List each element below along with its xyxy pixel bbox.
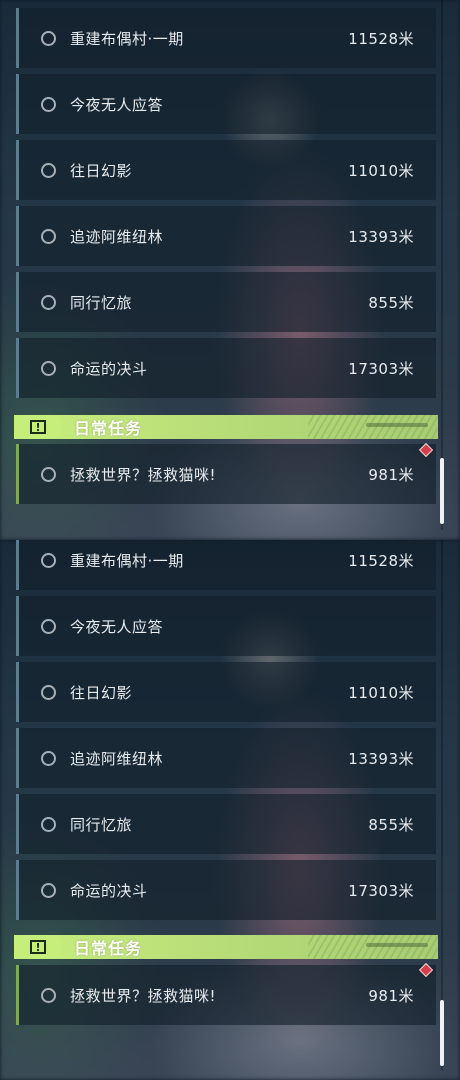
quest-title: 命运的决斗 [70,359,148,378]
quest-status-circle-icon [41,360,56,376]
quest-title: 重建布偶村·一期 [70,551,184,570]
scrollbar-track[interactable] [441,0,443,530]
scrollbar-thumb[interactable] [440,458,444,524]
quest-list-screen: 重建布偶村·一期 11528米 今夜无人应答 往日幻影 11010米 追迹阿维纽… [0,0,460,1080]
quest-distance: 11528米 [348,551,414,570]
quest-row[interactable]: 同行忆旅 855米 [16,272,436,332]
scrollbar-thumb[interactable] [440,1000,444,1066]
daily-quest-row[interactable]: 拯救世界？拯救猫咪! 981米 [16,965,436,1025]
quest-title: 同行忆旅 [70,293,133,312]
header-small-decoration [366,943,428,947]
quest-row[interactable]: 今夜无人应答 [16,596,436,656]
quest-status-circle-icon [41,466,56,482]
quest-status-circle-icon [41,618,56,634]
daily-quest-row[interactable]: 拯救世界？拯救猫咪! 981米 [16,444,436,504]
quest-row[interactable]: 追迹阿维纽林 13393米 [16,728,436,788]
quest-status-circle-icon [41,552,56,568]
quest-distance: 981米 [368,465,414,484]
quest-status-circle-icon [41,162,56,178]
quest-title: 追迹阿维纽林 [70,749,164,768]
quest-distance: 17303米 [348,881,414,900]
quest-status-circle-icon [41,228,56,244]
quest-distance: 17303米 [348,359,414,378]
exclamation-icon: ! [30,940,46,954]
daily-quests-header[interactable]: ! 日常任务 [14,415,438,439]
section-title: 日常任务 [74,419,143,438]
quest-title: 拯救世界？拯救猫咪! [70,465,217,484]
quest-status-circle-icon [41,882,56,898]
section-title: 日常任务 [74,939,143,958]
quest-status-circle-icon [41,987,56,1003]
quest-distance: 13393米 [348,227,414,246]
header-stripe-decoration [308,935,438,959]
quest-status-circle-icon [41,816,56,832]
quest-row[interactable]: 今夜无人应答 [16,74,436,134]
quest-panel-top: 重建布偶村·一期 11528米 今夜无人应答 往日幻影 11010米 追迹阿维纽… [0,0,460,540]
quest-row[interactable]: 同行忆旅 855米 [16,794,436,854]
quest-title: 追迹阿维纽林 [70,227,164,246]
quest-title: 今夜无人应答 [70,617,164,636]
quest-row[interactable]: 命运的决斗 17303米 [16,338,436,398]
quest-title: 拯救世界？拯救猫咪! [70,986,217,1005]
quest-title: 同行忆旅 [70,815,133,834]
scrollbar-track[interactable] [441,540,443,1070]
quest-status-circle-icon [41,30,56,46]
header-stripe-decoration [308,415,438,439]
quest-distance: 855米 [368,293,414,312]
quest-title: 今夜无人应答 [70,95,164,114]
quest-distance: 11010米 [348,683,414,702]
quest-status-circle-icon [41,96,56,112]
daily-quest-badge: ! [14,415,62,439]
quest-status-circle-icon [41,294,56,310]
quest-row[interactable]: 重建布偶村·一期 11528米 [16,540,436,590]
quest-row[interactable]: 追迹阿维纽林 13393米 [16,206,436,266]
quest-status-circle-icon [41,684,56,700]
quest-panel-bottom: 重建布偶村·一期 11528米 今夜无人应答 往日幻影 11010米 追迹阿维纽… [0,540,460,1080]
quest-row[interactable]: 往日幻影 11010米 [16,140,436,200]
daily-quest-badge: ! [14,935,62,959]
quest-row[interactable]: 命运的决斗 17303米 [16,860,436,920]
quest-row[interactable]: 重建布偶村·一期 11528米 [16,8,436,68]
quest-distance: 11528米 [348,29,414,48]
exclamation-icon: ! [30,420,46,434]
quest-distance: 13393米 [348,749,414,768]
quest-status-circle-icon [41,750,56,766]
quest-row[interactable]: 往日幻影 11010米 [16,662,436,722]
quest-distance: 11010米 [348,161,414,180]
quest-title: 往日幻影 [70,683,133,702]
quest-title: 往日幻影 [70,161,133,180]
quest-distance: 981米 [368,986,414,1005]
header-small-decoration [366,423,428,427]
quest-title: 重建布偶村·一期 [70,29,184,48]
quest-title: 命运的决斗 [70,881,148,900]
daily-quests-header[interactable]: ! 日常任务 [14,935,438,959]
quest-distance: 855米 [368,815,414,834]
